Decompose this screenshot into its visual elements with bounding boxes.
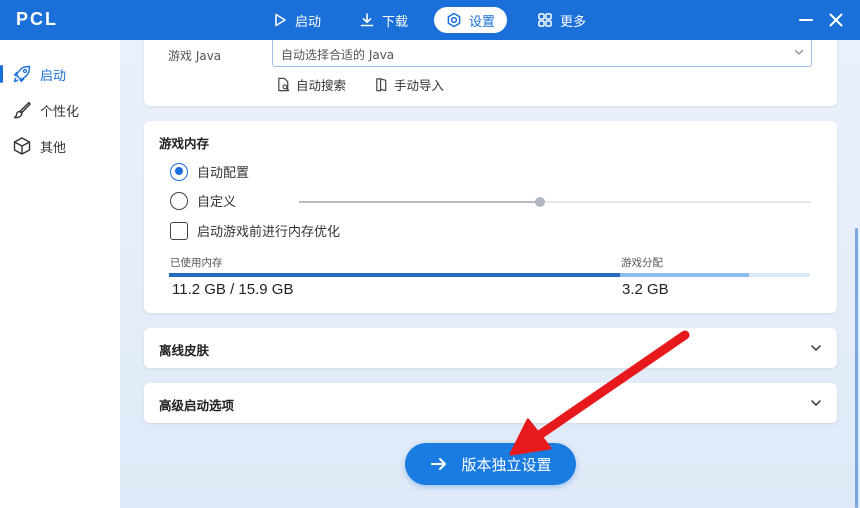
grid-icon (538, 13, 552, 27)
tab-download-label: 下载 (382, 14, 409, 30)
sidebar-item-other[interactable]: 其他 (0, 129, 120, 163)
version-settings-label: 版本独立设置 (461, 455, 552, 474)
chevron-down-icon (811, 400, 821, 406)
version-settings-button[interactable]: 版本独立设置 (405, 443, 576, 485)
memory-card: 游戏内存 自动配置 自定义 启动游戏前进行内存优化 已使用内存 游戏分配 11.… (144, 121, 837, 313)
memory-slider-thumb[interactable] (534, 197, 545, 207)
minimize-icon[interactable] (796, 10, 816, 30)
manual-import-button[interactable]: 手动导入 (374, 75, 444, 94)
custom-option[interactable]: 自定义 (170, 191, 236, 210)
tab-more-label: 更多 (560, 14, 587, 30)
advanced-launch-title: 高级启动选项 (159, 398, 235, 413)
tab-launch[interactable]: 启动 (260, 7, 333, 33)
file-search-icon (278, 77, 290, 92)
auto-config-option[interactable]: 自动配置 (170, 162, 249, 181)
sidebar-item-launch-label: 启动 (40, 68, 67, 84)
arrow-right-icon (431, 458, 447, 470)
sidebar-item-other-label: 其他 (40, 140, 67, 156)
memory-allocated-fill (620, 273, 750, 277)
play-icon (275, 13, 286, 27)
sidebar-item-personalize-label: 个性化 (40, 104, 80, 120)
rocket-icon (13, 65, 31, 83)
active-indicator (0, 65, 3, 83)
custom-radio[interactable] (170, 191, 188, 210)
chevron-down-icon (811, 345, 821, 351)
offline-skin-section[interactable]: 离线皮肤 (144, 328, 837, 368)
title-bar: PCL 启动 下载 设置 更多 (0, 0, 860, 40)
auto-config-label: 自动配置 (197, 166, 250, 181)
auto-search-button[interactable]: 自动搜索 (276, 75, 346, 94)
sidebar: 启动 个性化 其他 (0, 40, 120, 508)
allocated-memory-value: 3.2 GB (622, 281, 669, 298)
book-icon (376, 78, 387, 92)
gear-icon (447, 12, 461, 28)
brush-icon (13, 101, 31, 119)
java-select-value: 自动选择合适的 Java (281, 48, 395, 62)
advanced-launch-section[interactable]: 高级启动选项 (144, 383, 837, 423)
custom-label: 自定义 (197, 195, 237, 210)
allocated-memory-label: 游戏分配 (621, 257, 663, 269)
memory-slider-fill (299, 201, 540, 203)
memory-card-title: 游戏内存 (159, 136, 210, 151)
used-memory-value: 11.2 GB / 15.9 GB (172, 281, 294, 298)
optimize-checkbox[interactable] (170, 221, 188, 240)
tab-launch-label: 启动 (295, 14, 322, 30)
used-memory-label: 已使用内存 (170, 257, 223, 269)
auto-config-radio[interactable] (170, 162, 188, 181)
box-icon (13, 137, 31, 155)
manual-import-label: 手动导入 (394, 78, 445, 93)
tab-download[interactable]: 下载 (347, 7, 420, 33)
download-icon (360, 13, 374, 27)
sidebar-item-personalize[interactable]: 个性化 (0, 93, 120, 127)
scrollbar[interactable] (855, 228, 858, 508)
offline-skin-title: 离线皮肤 (159, 343, 210, 358)
app-logo: PCL (16, 9, 58, 29)
memory-slider[interactable] (299, 197, 811, 207)
memory-used-fill (169, 273, 621, 277)
close-icon[interactable] (826, 10, 846, 30)
memory-usage-bar (169, 273, 810, 277)
java-card: 游戏 Java 自动选择合适的 Java 自动搜索 手动导入 (144, 40, 837, 106)
tab-settings[interactable]: 设置 (434, 7, 508, 33)
java-label: 游戏 Java (168, 49, 222, 63)
optimize-label: 启动游戏前进行内存优化 (197, 225, 341, 240)
settings-content[interactable]: 游戏 Java 自动选择合适的 Java 自动搜索 手动导入 游戏内存 自动配置… (120, 40, 860, 508)
sidebar-item-launch[interactable]: 启动 (0, 57, 120, 91)
java-select[interactable]: 自动选择合适的 Java (272, 40, 812, 67)
optimize-option[interactable]: 启动游戏前进行内存优化 (170, 221, 340, 240)
chevron-down-icon (794, 49, 804, 55)
tab-settings-label: 设置 (469, 14, 496, 30)
auto-search-label: 自动搜索 (296, 78, 347, 93)
tab-more[interactable]: 更多 (525, 7, 598, 33)
